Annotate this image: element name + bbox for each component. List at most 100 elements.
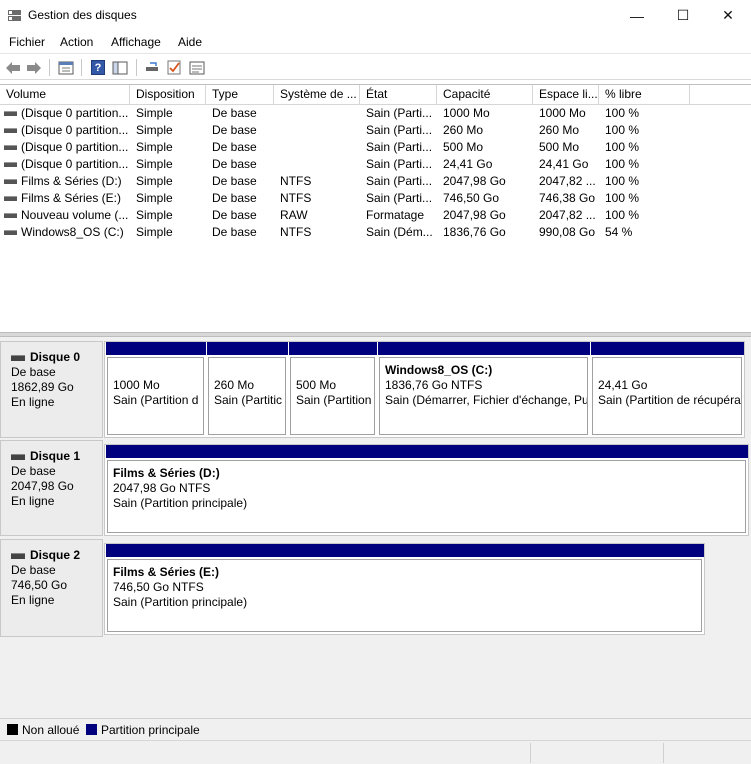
disk-type: De base [11, 464, 56, 478]
cell-disposition: Simple [136, 157, 173, 171]
title-bar: Gestion des disques — ☐ ✕ [0, 0, 751, 31]
partition-status: Sain (Partition principale) [113, 496, 248, 510]
legend-label-primary: Partition principale [101, 723, 200, 737]
partition-details: 1000 Mo Sain (Partition d [107, 357, 204, 435]
partition-status: Sain (Partition principale) [113, 595, 248, 609]
column-header-filesystem[interactable]: Système de ... [274, 85, 360, 105]
volume-icon [4, 111, 17, 116]
cell-type: De base [212, 106, 257, 120]
cell-disposition: Simple [136, 208, 173, 222]
cell-filesystem: NTFS [280, 225, 312, 239]
partition-size: 1836,76 Go NTFS [385, 378, 483, 392]
menu-action[interactable]: Action [60, 35, 93, 49]
column-header-pct-libre[interactable]: % libre [599, 85, 690, 105]
cell-volume: Films & Séries (E:) [21, 191, 122, 205]
cell-disposition: Simple [136, 225, 173, 239]
cell-filesystem: NTFS [280, 174, 312, 188]
partition-status: Sain (Partition [296, 393, 372, 407]
cell-etat: Sain (Parti... [366, 191, 433, 205]
column-header-volume[interactable]: Volume [0, 85, 130, 105]
settings-list-icon[interactable] [188, 59, 206, 76]
cell-pct-libre: 54 % [605, 225, 633, 239]
close-button[interactable]: ✕ [705, 0, 751, 31]
legend: Non alloué Partition principale [0, 718, 751, 740]
cell-volume: Films & Séries (D:) [21, 174, 122, 188]
partition-details: Windows8_OS (C:) 1836,76 Go NTFS Sain (D… [379, 357, 588, 435]
disk-0-label[interactable]: Disque 0 De base 1862,89 Go En ligne [0, 341, 103, 438]
cell-volume: (Disque 0 partition... [21, 140, 129, 154]
column-header-disposition[interactable]: Disposition [130, 85, 206, 105]
cell-etat: Formatage [366, 208, 425, 222]
cell-pct-libre: 100 % [605, 208, 640, 222]
menu-bar: Fichier Action Affichage Aide [0, 31, 751, 52]
partition-block[interactable]: 260 Mo Sain (Partitic [206, 342, 288, 437]
help-icon[interactable]: ? [89, 59, 107, 76]
show-hide-pane-icon[interactable] [111, 59, 129, 76]
forward-arrow-icon[interactable] [25, 59, 43, 76]
cell-filesystem: NTFS [280, 191, 312, 205]
volume-icon [4, 230, 17, 235]
partition-block[interactable]: 1000 Mo Sain (Partition d [105, 342, 206, 437]
table-row[interactable]: Films & Séries (D:) Simple De base NTFS … [0, 173, 751, 190]
table-row[interactable]: (Disque 0 partition... Simple De base Sa… [0, 122, 751, 139]
volume-icon [4, 145, 17, 150]
cell-disposition: Simple [136, 123, 173, 137]
partition-block[interactable]: 24,41 Go Sain (Partition de récupéra [590, 342, 744, 437]
partition-block[interactable]: Films & Séries (E:) 746,50 Go NTFS Sain … [105, 544, 704, 634]
table-row[interactable]: (Disque 0 partition... Simple De base Sa… [0, 139, 751, 156]
cell-capacite: 500 Mo [443, 140, 484, 154]
partition-color-bar [288, 342, 377, 355]
cell-volume: (Disque 0 partition... [21, 123, 129, 137]
partition-size: 24,41 Go [598, 378, 648, 392]
volume-icon [4, 128, 17, 133]
disk-graph-view: Disque 0 De base 1862,89 Go En ligne 100… [0, 337, 751, 718]
disk-size: 746,50 Go [11, 578, 68, 592]
cell-volume: Windows8_OS (C:) [21, 225, 124, 239]
column-header-etat[interactable]: État [360, 85, 437, 105]
legend-label-unallocated: Non alloué [22, 723, 80, 737]
menu-aide[interactable]: Aide [178, 35, 202, 49]
legend-swatch-unallocated [7, 724, 18, 735]
table-row[interactable]: (Disque 0 partition... Simple De base Sa… [0, 156, 751, 173]
disk-status: En ligne [11, 593, 55, 607]
disk-1-label[interactable]: Disque 1 De base 2047,98 Go En ligne [0, 440, 103, 536]
disk-2-partitions: Films & Séries (E:) 746,50 Go NTFS Sain … [104, 543, 705, 635]
table-row[interactable]: Films & Séries (E:) Simple De base NTFS … [0, 190, 751, 207]
table-row[interactable]: (Disque 0 partition... Simple De base Sa… [0, 105, 751, 122]
status-separator [663, 743, 664, 763]
cell-espace-libre: 1000 Mo [539, 106, 586, 120]
connect-disk-icon[interactable] [143, 59, 161, 76]
partition-block[interactable]: Windows8_OS (C:) 1836,76 Go NTFS Sain (D… [377, 342, 590, 437]
cell-capacite: 2047,98 Go [443, 174, 506, 188]
cell-disposition: Simple [136, 140, 173, 154]
partition-size: 500 Mo [296, 378, 337, 392]
column-header-type[interactable]: Type [206, 85, 274, 105]
checklist-icon[interactable] [165, 59, 183, 76]
back-arrow-icon[interactable] [4, 59, 22, 76]
cell-pct-libre: 100 % [605, 106, 640, 120]
minimize-button[interactable]: — [614, 0, 660, 31]
status-separator [530, 743, 531, 763]
partition-block[interactable]: Films & Séries (D:) 2047,98 Go NTFS Sain… [105, 445, 748, 535]
cell-disposition: Simple [136, 106, 173, 120]
partition-details: Films & Séries (D:) 2047,98 Go NTFS Sain… [107, 460, 746, 533]
partition-status: Sain (Démarrer, Fichier d'échange, Pu [385, 393, 588, 407]
column-header-capacite[interactable]: Capacité [437, 85, 533, 105]
partition-color-bar [105, 445, 748, 458]
partition-name: Windows8_OS (C:) [385, 363, 493, 377]
cell-pct-libre: 100 % [605, 174, 640, 188]
table-row[interactable]: Nouveau volume (... Simple De base RAW F… [0, 207, 751, 224]
cell-etat: Sain (Parti... [366, 106, 433, 120]
partition-block[interactable]: 500 Mo Sain (Partition [288, 342, 377, 437]
menu-affichage[interactable]: Affichage [111, 35, 161, 49]
cell-etat: Sain (Parti... [366, 174, 433, 188]
cell-espace-libre: 24,41 Go [539, 157, 589, 171]
disk-2-label[interactable]: Disque 2 De base 746,50 Go En ligne [0, 539, 103, 637]
maximize-button[interactable]: ☐ [660, 0, 706, 31]
cell-type: De base [212, 208, 257, 222]
menu-fichier[interactable]: Fichier [9, 35, 45, 49]
properties-view-icon[interactable] [57, 59, 75, 76]
column-header-espace-libre[interactable]: Espace li... [533, 85, 599, 105]
table-row[interactable]: Windows8_OS (C:) Simple De base NTFS Sai… [0, 224, 751, 241]
cell-capacite: 260 Mo [443, 123, 484, 137]
